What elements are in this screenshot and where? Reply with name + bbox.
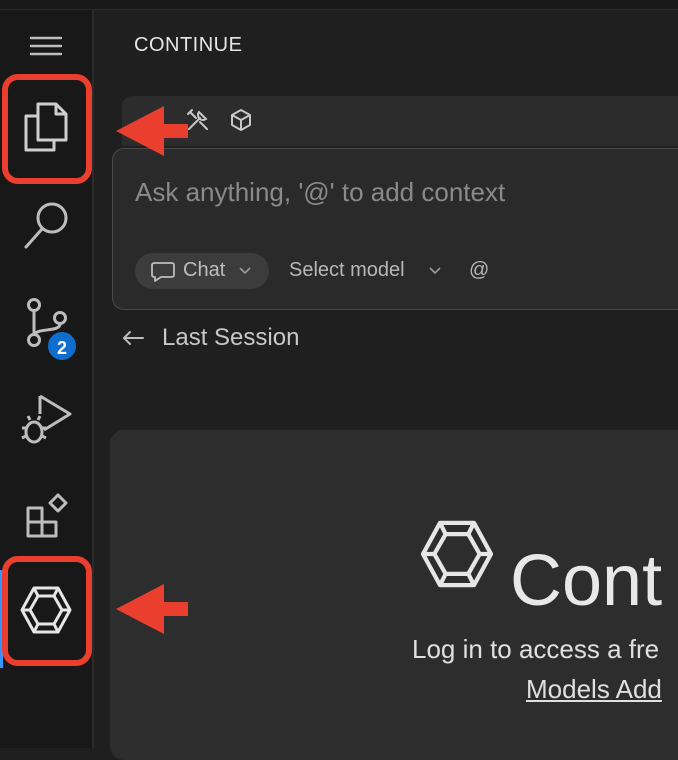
login-prompt-text: Log in to access a fre bbox=[412, 634, 660, 664]
welcome-card: Cont Log in to access a fre Models Add bbox=[110, 430, 678, 760]
model-selector-button[interactable]: Select model bbox=[289, 259, 441, 282]
mode-selector-button[interactable]: Chat bbox=[135, 253, 269, 289]
chevron-down-icon bbox=[239, 267, 251, 275]
models-add-link[interactable]: Models Add bbox=[526, 674, 662, 705]
annotation-arrow-continue bbox=[116, 584, 188, 634]
source-control-badge: 2 bbox=[46, 330, 78, 362]
cube-icon[interactable] bbox=[230, 108, 252, 132]
run-debug-icon[interactable] bbox=[20, 394, 72, 446]
menu-icon[interactable] bbox=[29, 36, 63, 58]
annotation-arrow-explorer bbox=[116, 106, 188, 156]
panel-title: CONTINUE bbox=[134, 34, 243, 56]
chat-input-placeholder[interactable]: Ask anything, '@' to add context bbox=[135, 177, 505, 208]
brand-name: Cont bbox=[510, 541, 663, 621]
chevron-down-icon bbox=[429, 267, 441, 275]
mode-selector-label: Chat bbox=[183, 259, 226, 281]
extensions-icon[interactable] bbox=[26, 492, 70, 538]
input-toolbar bbox=[122, 96, 678, 146]
arrow-left-icon bbox=[123, 331, 144, 345]
activity-bar: 2 bbox=[0, 10, 94, 748]
chat-input-box[interactable]: Ask anything, '@' to add context Chat Se… bbox=[112, 148, 678, 310]
add-context-button[interactable]: @ bbox=[469, 259, 489, 282]
continue-highlight-box bbox=[2, 556, 92, 666]
model-selector-label: Select model bbox=[289, 259, 405, 281]
continue-brand-logo bbox=[420, 520, 494, 588]
chat-bubble-icon bbox=[151, 262, 175, 282]
explorer-highlight-box bbox=[2, 74, 92, 184]
last-session-label: Last Session bbox=[162, 324, 300, 351]
title-bar-edge bbox=[0, 0, 678, 10]
search-icon[interactable] bbox=[24, 202, 70, 250]
